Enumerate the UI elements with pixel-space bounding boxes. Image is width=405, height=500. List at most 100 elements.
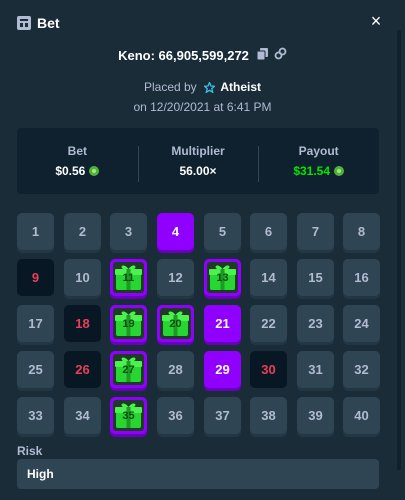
keno-tile[interactable]: 28 — [157, 351, 194, 388]
keno-tile[interactable]: 9 — [17, 259, 54, 296]
gift-gem-icon: 11 — [113, 262, 144, 293]
keno-tile-number: 26 — [75, 362, 90, 377]
copy-icon[interactable] — [256, 47, 268, 63]
keno-tile-number: 11 — [122, 271, 135, 284]
keno-tile[interactable]: 22 — [250, 305, 287, 342]
keno-tile[interactable]: 4 — [157, 213, 194, 250]
keno-tile-number: 4 — [171, 224, 180, 239]
stat-payout-value: $31.54 — [293, 164, 331, 178]
keno-tile[interactable]: 7 — [297, 213, 334, 250]
bet-timestamp: on 12/20/2021 at 6:41 PM — [133, 100, 272, 114]
keno-tile[interactable]: 5 — [204, 213, 241, 250]
keno-tile-number: 27 — [122, 363, 135, 376]
gift-gem-icon: 13 — [207, 262, 238, 293]
keno-tile[interactable]: 40 — [343, 397, 380, 434]
keno-tile-number: 35 — [122, 409, 135, 422]
keno-tile[interactable]: 32 — [343, 351, 380, 388]
keno-tile[interactable]: 38 — [250, 397, 287, 434]
placed-by-label: Placed by — [143, 80, 197, 94]
keno-tile[interactable]: 25 — [17, 351, 54, 388]
stat-bet-value-row: $0.56 — [17, 164, 138, 178]
risk-label: Risk — [17, 444, 43, 458]
keno-tile[interactable]: 27 — [110, 351, 147, 388]
keno-tile-number: 23 — [308, 316, 323, 331]
keno-tile[interactable]: 26 — [64, 351, 101, 388]
risk-select[interactable]: High — [17, 459, 379, 489]
keno-tile-number: 14 — [261, 270, 276, 285]
game-id-row: Keno: 66,905,599,272 — [0, 45, 405, 65]
stat-multiplier-label: Multiplier — [171, 144, 225, 158]
keno-tile-number: 5 — [218, 224, 227, 239]
vip-star-icon — [202, 80, 217, 96]
keno-tile-number: 19 — [122, 317, 135, 330]
keno-tile[interactable]: 1 — [17, 213, 54, 250]
stat-bet-value: $0.56 — [55, 164, 86, 178]
keno-tile-number: 31 — [308, 362, 323, 377]
keno-tile[interactable]: 6 — [250, 213, 287, 250]
keno-tile[interactable]: 39 — [297, 397, 334, 434]
keno-tile-number: 17 — [28, 316, 43, 331]
modal-title: Bet — [37, 15, 60, 31]
keno-tile-number: 37 — [215, 408, 230, 423]
keno-tile[interactable]: 30 — [250, 351, 287, 388]
modal-header: Bet — [0, 0, 405, 46]
keno-tile-number: 40 — [354, 408, 369, 423]
keno-tile[interactable]: 20 — [157, 305, 194, 342]
keno-tile[interactable]: 15 — [297, 259, 334, 296]
keno-tile-number: 25 — [28, 362, 43, 377]
keno-tile-number: 28 — [168, 362, 183, 377]
keno-tile[interactable]: 24 — [343, 305, 380, 342]
link-icon[interactable] — [274, 47, 287, 63]
keno-tile-number: 6 — [264, 224, 273, 239]
currency-coin-icon — [89, 166, 100, 176]
keno-tile[interactable]: 34 — [64, 397, 101, 434]
currency-coin-icon — [334, 166, 345, 176]
keno-tile[interactable]: 23 — [297, 305, 334, 342]
keno-tile[interactable]: 36 — [157, 397, 194, 434]
keno-tile[interactable]: 13 — [204, 259, 241, 296]
keno-tile[interactable]: 29 — [204, 351, 241, 388]
keno-tile[interactable]: 33 — [17, 397, 54, 434]
keno-tile[interactable]: 3 — [110, 213, 147, 250]
keno-tile-number: 34 — [75, 408, 90, 423]
keno-tile[interactable]: 35 — [110, 397, 147, 434]
keno-tile[interactable]: 31 — [297, 351, 334, 388]
keno-tile[interactable]: 10 — [64, 259, 101, 296]
keno-tile-number: 39 — [308, 408, 323, 423]
stat-bet-label: Bet — [67, 144, 87, 158]
keno-tile-number: 22 — [261, 316, 276, 331]
close-icon[interactable]: × — [369, 12, 383, 30]
keno-tile[interactable]: 12 — [157, 259, 194, 296]
keno-tile[interactable]: 8 — [343, 213, 380, 250]
keno-tile[interactable]: 17 — [17, 305, 54, 342]
keno-tile-number: 24 — [354, 316, 369, 331]
gift-gem-icon: 35 — [113, 400, 144, 431]
keno-tile[interactable]: 16 — [343, 259, 380, 296]
keno-tile-number: 3 — [124, 224, 133, 239]
keno-tile-number: 36 — [168, 408, 183, 423]
keno-tile-number: 33 — [28, 408, 43, 423]
keno-tile-number: 7 — [311, 224, 320, 239]
keno-tile-number: 32 — [354, 362, 369, 377]
keno-tile-number: 8 — [357, 224, 366, 239]
stat-multiplier: Multiplier 56.00× — [137, 144, 259, 182]
keno-tile-number: 38 — [261, 408, 276, 423]
bet-ticket-icon — [17, 16, 31, 30]
keno-tile-number: 9 — [31, 270, 40, 285]
keno-tile-number: 10 — [75, 270, 90, 285]
keno-tile[interactable]: 19 — [110, 305, 147, 342]
keno-tile[interactable]: 2 — [64, 213, 101, 250]
risk-value: High — [27, 467, 54, 481]
scrollbar[interactable] — [397, 30, 401, 470]
username-link[interactable]: Atheist — [220, 80, 261, 94]
gift-gem-icon: 20 — [160, 308, 191, 339]
stat-bet: Bet $0.56 — [17, 144, 138, 178]
keno-tile-number: 2 — [78, 224, 87, 239]
keno-tile[interactable]: 11 — [110, 259, 147, 296]
keno-tile[interactable]: 18 — [64, 305, 101, 342]
keno-tile[interactable]: 37 — [204, 397, 241, 434]
keno-tile-number: 29 — [215, 362, 230, 377]
keno-tile[interactable]: 21 — [204, 305, 241, 342]
keno-tile[interactable]: 14 — [250, 259, 287, 296]
keno-grid: 1 2 3 4 5 6 7 8 9 10 11 12 13 14 15 16 17 18 19 20 21 22 23 24 2… — [17, 213, 383, 438]
